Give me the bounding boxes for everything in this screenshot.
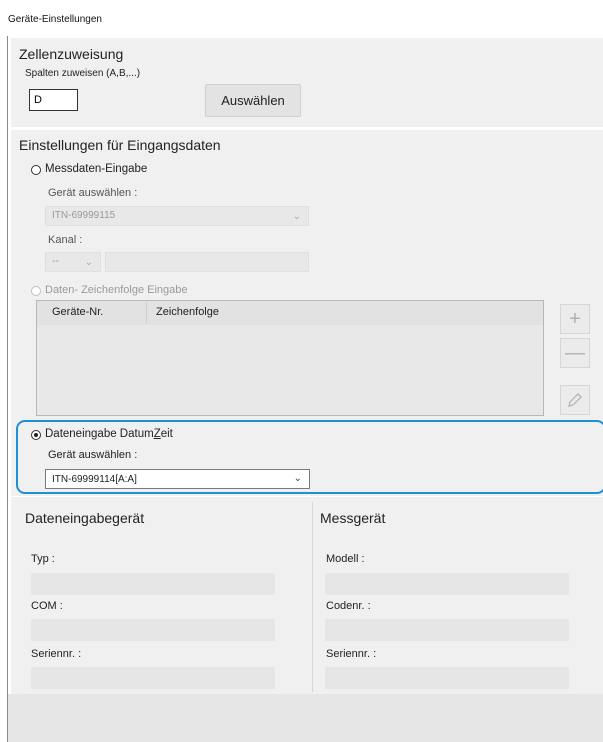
- code-label: Codenr. :: [326, 600, 371, 612]
- datetime-label-part: Dateneingabe Datum: [45, 428, 154, 440]
- list-column-string[interactable]: Zeichenfolge: [156, 306, 219, 318]
- type-field: [31, 573, 275, 595]
- column-input[interactable]: [29, 89, 78, 111]
- input-settings-heading: Einstellungen für Eingangsdaten: [19, 137, 221, 153]
- list-header: [37, 301, 543, 325]
- model-label: Modell :: [326, 553, 365, 565]
- chevron-down-icon: ⌄: [292, 211, 301, 222]
- measure-device-select[interactable]: ITN-69999115 ⌄: [45, 206, 309, 226]
- vertical-divider: [312, 502, 313, 692]
- datetime-device-value: ITN-69999114[A:A]: [52, 474, 137, 485]
- string-input-radio[interactable]: [31, 286, 41, 296]
- com-label: COM :: [31, 600, 63, 612]
- datetime-device-label: Gerät auswählen :: [48, 449, 138, 461]
- serial-label-right: Seriennr. :: [326, 648, 377, 660]
- measure-device-value: ITN-69999115: [52, 210, 116, 221]
- com-field: [31, 619, 275, 641]
- dialog-footer: [8, 694, 603, 742]
- channel-text-field[interactable]: [105, 252, 309, 272]
- channel-value: --: [52, 256, 59, 267]
- data-input-device-heading: Dateneingabegerät: [25, 510, 145, 526]
- columns-label: Spalten zuweisen (A,B,...): [25, 68, 141, 79]
- model-field: [325, 573, 569, 595]
- serial-field-right: [325, 667, 569, 689]
- remove-button[interactable]: —: [560, 338, 590, 368]
- datetime-input-label: Dateneingabe DatumZeit: [45, 428, 173, 440]
- list-column-device-no[interactable]: Geräte-Nr.: [52, 306, 103, 318]
- datetime-label-part: eit: [160, 428, 173, 440]
- string-input-label: Daten- Zeichenfolge Eingabe: [45, 284, 188, 296]
- plus-icon: +: [569, 307, 581, 330]
- measure-device-label: Gerät auswählen :: [48, 187, 138, 199]
- chevron-down-icon: ⌄: [84, 257, 93, 268]
- type-label: Typ :: [31, 553, 55, 565]
- code-field: [325, 619, 569, 641]
- measuring-device-heading: Messgerät: [320, 510, 386, 526]
- device-info-panel: [11, 497, 603, 694]
- serial-field-left: [31, 667, 275, 689]
- datetime-label-mnemonic: Z: [153, 428, 161, 440]
- serial-label-left: Seriennr. :: [31, 648, 82, 660]
- channel-label: Kanal :: [48, 234, 83, 246]
- add-button[interactable]: +: [560, 304, 590, 334]
- cell-assignment-heading: Zellenzuweisung: [19, 46, 124, 62]
- window-border: [7, 36, 8, 742]
- minus-icon: —: [565, 341, 585, 364]
- measure-input-label: Messdaten-Eingabe: [45, 163, 148, 175]
- list-column-divider: [146, 302, 147, 324]
- measure-input-radio[interactable]: [31, 165, 41, 175]
- title-bar: Geräte-Einstellungen: [0, 0, 603, 36]
- datetime-device-select[interactable]: ITN-69999114[A:A] ⌄: [45, 469, 310, 489]
- chevron-down-icon: ⌄: [293, 473, 302, 484]
- channel-select[interactable]: -- ⌄: [45, 252, 101, 272]
- edit-button[interactable]: [560, 385, 590, 415]
- window-title: Geräte-Einstellungen: [8, 14, 102, 25]
- pencil-icon: [568, 393, 582, 407]
- select-button[interactable]: Auswählen: [205, 84, 301, 117]
- datetime-input-radio[interactable]: [31, 430, 41, 440]
